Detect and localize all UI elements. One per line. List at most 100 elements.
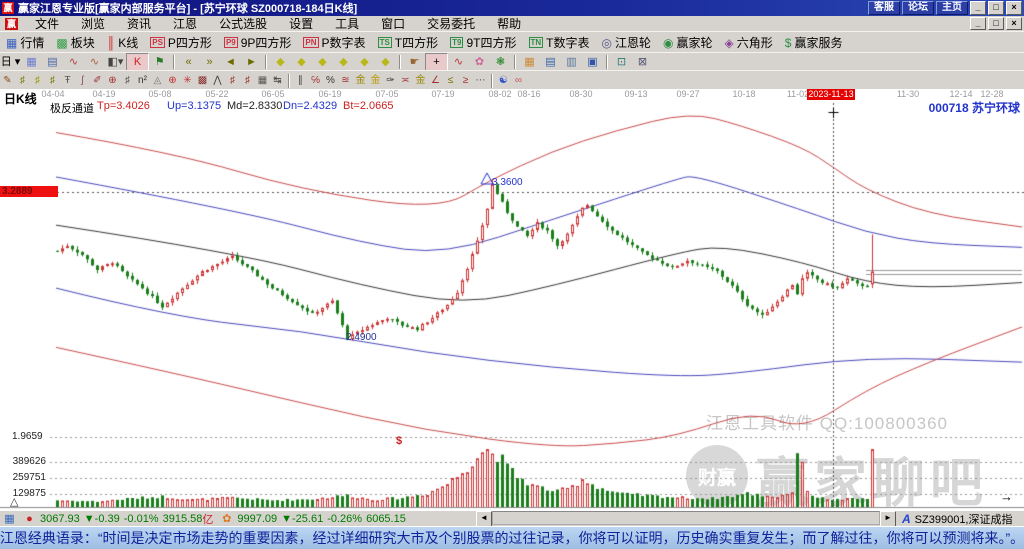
nav-next-icon[interactable]: ► xyxy=(241,54,262,70)
quotes-button[interactable]: ▦ 行情 xyxy=(0,34,50,52)
scrollbar-left-arrow[interactable]: ◄ xyxy=(476,511,492,527)
golden-section-icon[interactable]: ≊ xyxy=(338,73,353,88)
zoom-in-h-icon[interactable]: ◆ xyxy=(291,54,312,70)
percent-retrace-icon[interactable]: ℅ xyxy=(308,73,323,88)
forum-button[interactable]: 论坛 xyxy=(902,1,934,15)
scrollbar-right-arrow[interactable]: ► xyxy=(880,511,896,527)
homepage-button[interactable]: 主页 xyxy=(936,1,968,15)
level-tool-icon[interactable]: ≍ xyxy=(398,73,413,88)
t9-square-button[interactable]: T9 9T四方形 xyxy=(444,34,522,52)
marker-tool-icon[interactable]: ✐ xyxy=(90,73,105,88)
period-selector[interactable]: 日 ▾ xyxy=(0,54,21,70)
kline-button[interactable]: ║ K线 xyxy=(101,34,145,52)
menu-item-5[interactable]: 设置 xyxy=(278,15,324,32)
menu-item-9[interactable]: 帮助 xyxy=(486,15,532,32)
arc-tool-icon[interactable]: ʃ xyxy=(75,73,90,88)
child-restore-button[interactable]: □ xyxy=(988,17,1004,30)
zoom-out-h-icon[interactable]: ◆ xyxy=(270,54,291,70)
restore-button[interactable]: □ xyxy=(988,1,1004,15)
gold-circle-icon[interactable]: 金 xyxy=(353,73,368,88)
winner-wheel-button[interactable]: ◉ 赢家轮 xyxy=(657,34,719,52)
square-n-icon[interactable]: n² xyxy=(135,73,150,88)
kline-mode-icon[interactable]: K xyxy=(126,53,149,71)
net-tool-icon[interactable]: ⊡ xyxy=(611,54,632,70)
trend-small-icon[interactable]: ∿ xyxy=(63,54,84,70)
trend-small2-icon[interactable]: ∿ xyxy=(84,54,105,70)
grid-tool-icon[interactable]: ♯ xyxy=(120,73,135,88)
box-grid-icon[interactable]: ▦ xyxy=(255,73,270,88)
menu-item-6[interactable]: 工具 xyxy=(324,15,370,32)
zoom-in-all-icon[interactable]: ◆ xyxy=(354,54,375,70)
close-button[interactable]: × xyxy=(1006,1,1022,15)
percent-icon[interactable]: % xyxy=(323,73,338,88)
quote-grid-icon[interactable]: ▦ xyxy=(3,513,16,526)
t-square-button[interactable]: TS T四方形 xyxy=(372,34,445,52)
ge-tool-icon[interactable]: ≥ xyxy=(458,73,473,88)
leaf-tool-icon[interactable]: ❃ xyxy=(490,54,511,70)
nav-prev-icon[interactable]: ◄ xyxy=(220,54,241,70)
brush-tool-icon[interactable]: ✑ xyxy=(383,73,398,88)
p9-square-button[interactable]: P9 9P四方形 xyxy=(218,34,297,52)
hexagon-button[interactable]: ◈ 六角形 xyxy=(719,34,779,52)
nav-first-icon[interactable]: « xyxy=(178,54,199,70)
scrollbar-track[interactable] xyxy=(492,511,880,525)
triangle-tool-icon[interactable]: ◬ xyxy=(150,73,165,88)
pencil-tool-icon[interactable]: ✎ xyxy=(0,73,15,88)
flower-tool-icon[interactable]: ✿ xyxy=(469,54,490,70)
chart-type-icon[interactable]: ▦ xyxy=(21,54,42,70)
time-grid-icon[interactable]: ♯ xyxy=(225,73,240,88)
price-grid-icon[interactable]: ♯ xyxy=(240,73,255,88)
menu-item-7[interactable]: 窗口 xyxy=(370,15,416,32)
compress-h-icon[interactable]: ◆ xyxy=(333,54,354,70)
winner-service-button[interactable]: $ 赢家服务 xyxy=(779,34,849,52)
hand-tool-icon[interactable]: ☛ xyxy=(404,54,425,70)
scroll-right-icon[interactable]: → xyxy=(1000,489,1013,504)
pc-tool-icon[interactable]: ⊠ xyxy=(632,54,653,70)
gold-box-icon[interactable]: 金 xyxy=(413,73,428,88)
shade-box-icon[interactable]: ▩ xyxy=(195,73,210,88)
t-table-button[interactable]: TN T数字表 xyxy=(523,34,596,52)
gann-wheel-button[interactable]: ◎ 江恩轮 xyxy=(596,34,658,52)
p-square-button[interactable]: PS P四方形 xyxy=(144,34,218,52)
gann-grid-icon[interactable]: ♯ xyxy=(30,73,45,88)
zoom-out-all-icon[interactable]: ◆ xyxy=(375,54,396,70)
crosshair-tool-icon[interactable]: + xyxy=(425,53,448,71)
target-tool-icon[interactable]: ⊕ xyxy=(165,73,180,88)
flag-icon[interactable]: ⚑ xyxy=(149,54,170,70)
angle-tool-icon[interactable]: ∠ xyxy=(428,73,443,88)
menu-item-8[interactable]: 交易委托 xyxy=(416,15,486,32)
candle-style-icon[interactable]: ◧▾ xyxy=(105,54,126,70)
zigzag-tool-icon[interactable]: ∿ xyxy=(448,54,469,70)
expand-h-icon[interactable]: ◆ xyxy=(312,54,333,70)
circle-tool-icon[interactable]: ⊕ xyxy=(105,73,120,88)
menu-item-1[interactable]: 浏览 xyxy=(70,15,116,32)
sectors-button[interactable]: ▩ 板块 xyxy=(50,34,100,52)
szse-index-icon[interactable]: ✿ xyxy=(220,513,233,526)
gann-grid2-icon[interactable]: ♯ xyxy=(45,73,60,88)
chart-canvas[interactable] xyxy=(0,89,1024,510)
nav-last-icon[interactable]: » xyxy=(199,54,220,70)
save-icon[interactable]: ▣ xyxy=(582,54,603,70)
star-tool-icon[interactable]: ✳ xyxy=(180,73,195,88)
gann-line-icon[interactable]: ♯ xyxy=(15,73,30,88)
sse-index-icon[interactable]: ● xyxy=(23,513,36,526)
child-minimize-button[interactable]: _ xyxy=(970,17,986,30)
le-tool-icon[interactable]: ≤ xyxy=(443,73,458,88)
pane-toggle-button[interactable]: △ xyxy=(10,495,18,508)
current-index-label[interactable]: SZ399001,深证成指 xyxy=(915,511,1013,527)
notepad-icon[interactable]: ▥ xyxy=(561,54,582,70)
info-doc-icon[interactable]: ▤ xyxy=(42,54,63,70)
calendar-icon[interactable]: ▦ xyxy=(519,54,540,70)
wave-tool-icon[interactable]: ⋀ xyxy=(210,73,225,88)
minimize-button[interactable]: _ xyxy=(970,1,986,15)
menu-item-0[interactable]: 文件 xyxy=(24,15,70,32)
gold-circle2-icon[interactable]: 金 xyxy=(368,73,383,88)
column-tool-icon[interactable]: ∥ xyxy=(293,73,308,88)
gann-fan-icon[interactable]: Ŧ xyxy=(60,73,75,88)
menu-item-4[interactable]: 公式选股 xyxy=(208,15,278,32)
p-table-button[interactable]: PN P数字表 xyxy=(297,34,371,52)
chart-area[interactable]: 江恩工具软件 QQ:100800360 财赢 赢家聊吧 日K线 04-0404-… xyxy=(0,89,1024,511)
span-tool-icon[interactable]: ↹ xyxy=(270,73,285,88)
child-close-button[interactable]: × xyxy=(1006,17,1022,30)
taiji-icon[interactable]: ☯ xyxy=(496,73,511,88)
